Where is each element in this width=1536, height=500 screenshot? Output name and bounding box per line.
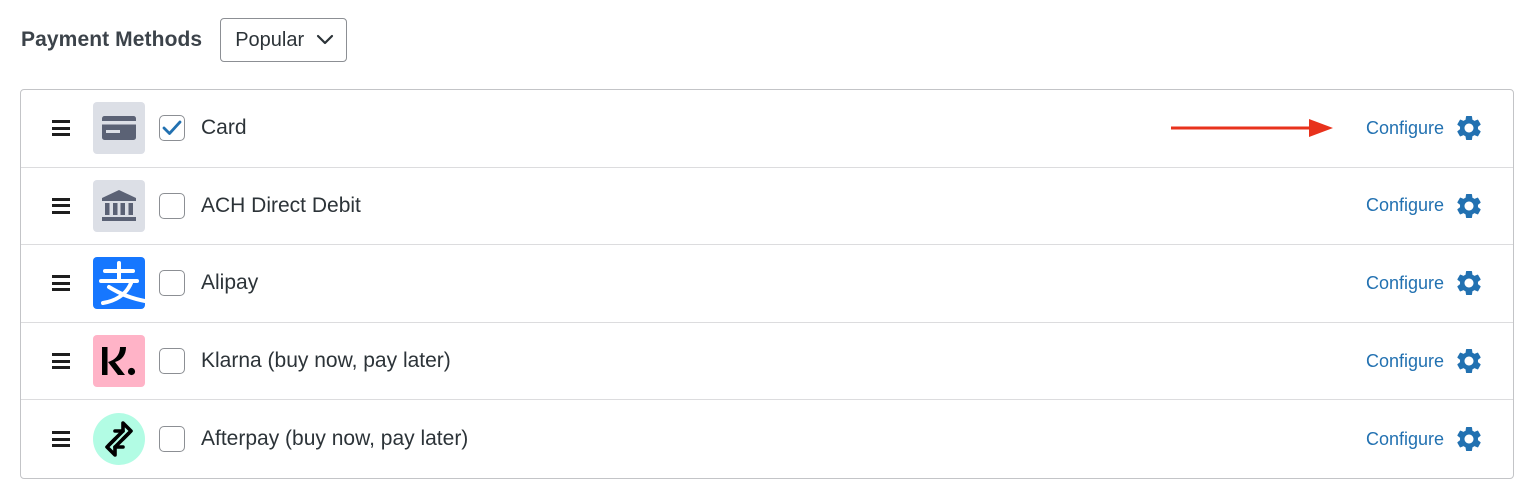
checkmark-icon (162, 120, 182, 136)
filter-dropdown[interactable]: Popular (220, 18, 348, 62)
chevron-down-icon (317, 34, 334, 45)
credit-card-icon (93, 102, 145, 155)
payment-method-row-klarna: Klarna (buy now, pay later) Configure (21, 323, 1513, 401)
filter-selected-value: Popular (235, 28, 305, 51)
configure-link-afterpay[interactable]: Configure (1366, 429, 1444, 450)
payment-method-row-alipay: Alipay Configure (21, 245, 1513, 323)
payment-method-label: ACH Direct Debit (201, 193, 361, 217)
drag-handle-icon[interactable] (52, 275, 70, 292)
annotation-arrow-icon (1171, 119, 1333, 138)
payment-methods-header: Payment Methods Popular (21, 18, 348, 62)
alipay-icon (93, 257, 145, 310)
klarna-icon (93, 335, 145, 388)
gear-icon[interactable] (1454, 424, 1484, 454)
checkbox-card[interactable] (159, 115, 185, 142)
page-title: Payment Methods (21, 28, 203, 51)
checkbox-ach[interactable] (159, 192, 185, 219)
configure-link-klarna[interactable]: Configure (1366, 351, 1444, 372)
gear-icon[interactable] (1454, 268, 1484, 298)
payment-method-label: Alipay (201, 271, 259, 295)
payment-method-label: Card (201, 116, 247, 140)
payment-methods-list: Card Configure ACH Direct Debit Configur… (20, 89, 1514, 479)
drag-handle-icon[interactable] (52, 353, 70, 370)
gear-icon[interactable] (1454, 191, 1484, 221)
configure-link-alipay[interactable]: Configure (1366, 273, 1444, 294)
payment-method-row-ach: ACH Direct Debit Configure (21, 168, 1513, 246)
payment-methods-page: Payment Methods Popular Card Configure A… (0, 0, 1536, 500)
bank-icon (93, 179, 145, 232)
afterpay-icon (93, 413, 145, 466)
drag-handle-icon[interactable] (52, 197, 70, 214)
configure-link-card[interactable]: Configure (1366, 118, 1444, 139)
payment-method-label: Klarna (buy now, pay later) (201, 349, 451, 373)
payment-method-row-afterpay: Afterpay (buy now, pay later) Configure (21, 400, 1513, 478)
configure-link-ach[interactable]: Configure (1366, 195, 1444, 216)
checkbox-alipay[interactable] (159, 270, 185, 297)
gear-icon[interactable] (1454, 113, 1484, 143)
payment-method-label: Afterpay (buy now, pay later) (201, 427, 469, 451)
payment-method-row-card: Card Configure (21, 90, 1513, 168)
gear-icon[interactable] (1454, 346, 1484, 376)
checkbox-afterpay[interactable] (159, 426, 185, 453)
checkbox-klarna[interactable] (159, 348, 185, 375)
drag-handle-icon[interactable] (52, 431, 70, 448)
drag-handle-icon[interactable] (52, 120, 70, 137)
